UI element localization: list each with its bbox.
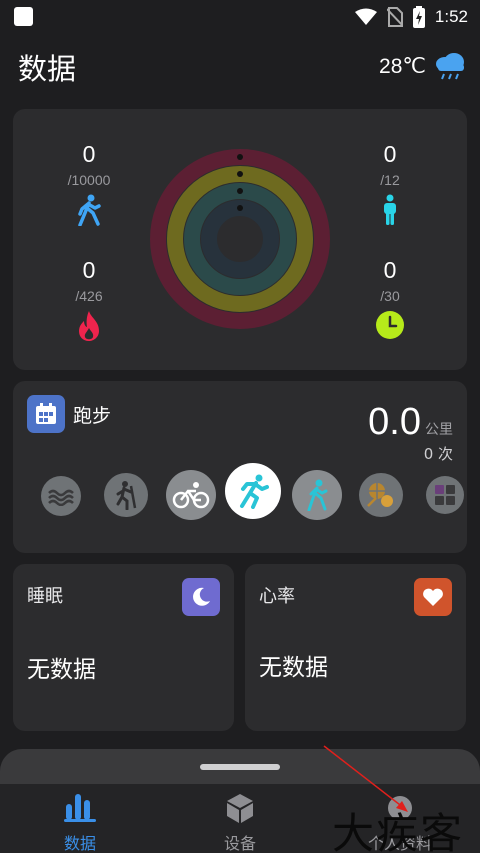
sport-name: 跑步 (73, 404, 112, 427)
standing-value: 0 (383, 141, 397, 167)
clock-icon (376, 311, 404, 339)
running-icon (240, 474, 269, 509)
no-sim-icon (386, 7, 403, 27)
ball-sports-icon (367, 483, 393, 507)
page-title: 数据 (18, 52, 77, 86)
other-sports-button[interactable] (426, 476, 464, 514)
nav-item-devices[interactable]: 设备 (160, 784, 320, 853)
heart-icon (414, 578, 452, 616)
heart-rate-value: 无数据 (259, 655, 328, 681)
activity-rings[interactable] (148, 147, 332, 331)
calories-goal: /426 (75, 288, 103, 304)
standing-stat: 0 /12 (350, 141, 430, 226)
flame-icon (79, 311, 99, 341)
temperature: 28℃ (379, 54, 426, 78)
sport-card[interactable]: 跑步 0.0 公里 0 次 (13, 381, 467, 553)
swimming-button[interactable] (41, 476, 81, 516)
rain-cloud-icon (436, 53, 464, 80)
nav-label-data: 数据 (63, 834, 96, 853)
walking-button[interactable] (292, 470, 342, 520)
cycling-button[interactable] (166, 470, 216, 520)
grid-icon (435, 485, 455, 505)
walking-icon (78, 194, 101, 226)
steps-goal: /10000 (67, 172, 111, 188)
climbing-button[interactable] (104, 473, 148, 517)
wifi-icon (354, 8, 377, 25)
swimming-icon (48, 489, 74, 506)
distance-readout: 0.0 公里 (368, 401, 453, 444)
sleep-title: 睡眠 (27, 586, 63, 607)
nav-item-data[interactable]: 数据 (0, 784, 160, 853)
exercise-goal: /30 (380, 288, 400, 304)
calories-stat: 0 /426 (49, 257, 129, 342)
heart-rate-title: 心率 (259, 586, 295, 607)
bar-chart-icon (64, 794, 96, 822)
walking-sport-icon (307, 479, 328, 511)
heart-rate-card[interactable]: 心率 无数据 (245, 564, 466, 731)
steps-value: 0 (82, 141, 96, 167)
cycling-icon (172, 482, 210, 509)
ball-sports-button[interactable] (359, 473, 403, 517)
sleep-card[interactable]: 睡眠 无数据 (13, 564, 234, 731)
distance-unit: 公里 (425, 422, 453, 438)
battery-icon (412, 6, 425, 28)
standing-person-icon (384, 194, 396, 225)
distance-value: 0.0 (368, 401, 421, 443)
clock-time: 1:52 (434, 7, 468, 26)
watermark: 大疾客 (332, 809, 465, 853)
moon-icon (182, 578, 220, 616)
sport-type-selector (27, 463, 464, 525)
exercise-stat: 0 /30 (350, 257, 430, 340)
steps-stat: 0 /10000 (49, 141, 129, 226)
running-button[interactable] (225, 463, 281, 519)
sport-calendar-icon (27, 395, 65, 433)
calories-value: 0 (82, 257, 96, 283)
sleep-value: 无数据 (27, 657, 96, 683)
cube-icon (227, 794, 253, 823)
nav-label-devices: 设备 (223, 834, 256, 853)
climbing-icon (116, 481, 137, 510)
weather-widget[interactable]: 28℃ (379, 52, 466, 80)
notification-icon (14, 7, 33, 26)
activity-card[interactable]: 0 /10000 0 /426 0 /12 0 /30 (13, 109, 467, 370)
drag-handle[interactable] (200, 764, 280, 770)
status-bar: 1:52 (0, 0, 480, 34)
standing-goal: /12 (380, 172, 400, 188)
exercise-value: 0 (383, 257, 397, 283)
sport-count: 0 次 (423, 445, 453, 463)
